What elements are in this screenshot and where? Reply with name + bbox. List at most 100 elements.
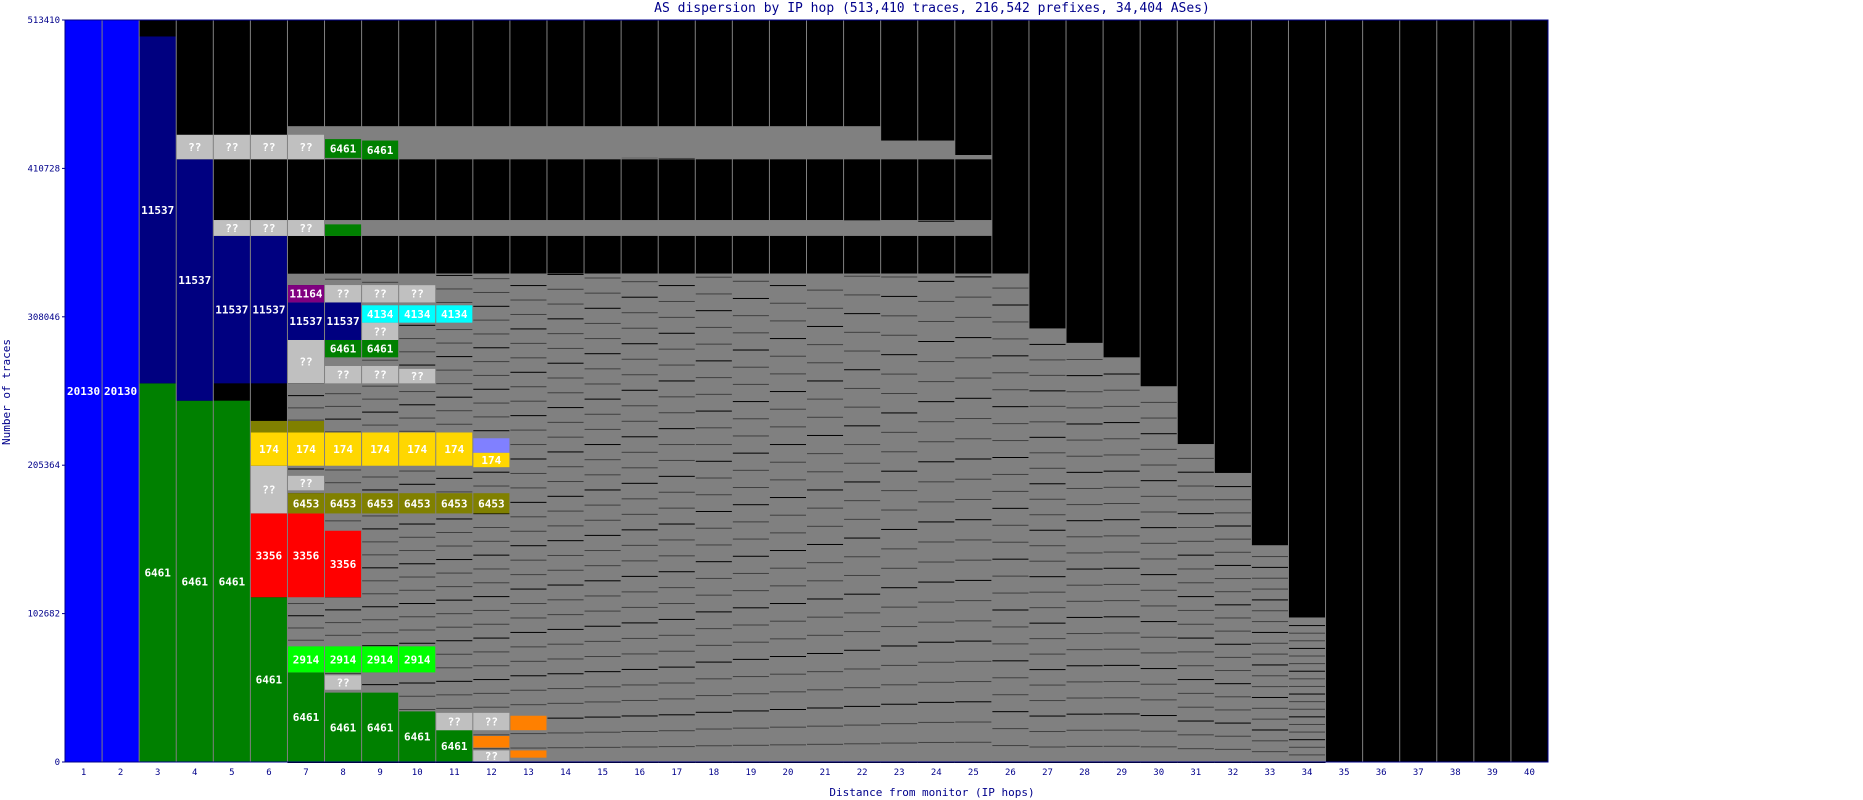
dispersion-stripe bbox=[769, 550, 807, 552]
dispersion-stripe bbox=[287, 395, 325, 397]
dispersion-stripe bbox=[843, 425, 881, 427]
dispersion-stripe bbox=[509, 733, 547, 735]
as-segment-label: 4134 bbox=[367, 308, 394, 321]
dispersion-stripe bbox=[769, 461, 807, 463]
dispersion-stripe bbox=[509, 487, 547, 489]
as-segment-label: ?? bbox=[411, 288, 424, 301]
dispersion-stripe bbox=[1177, 651, 1215, 653]
x-tick-label: 31 bbox=[1190, 768, 1201, 778]
dispersion-stripe bbox=[880, 645, 918, 647]
dispersion-stripe bbox=[917, 701, 955, 703]
dispersion-stripe bbox=[361, 567, 399, 569]
dispersion-stripe bbox=[509, 545, 547, 547]
dispersion-stripe bbox=[732, 383, 770, 385]
dispersion-stripe bbox=[695, 510, 733, 512]
dispersion-stripe bbox=[324, 469, 362, 471]
dispersion-stripe bbox=[546, 273, 585, 275]
dispersion-stripe bbox=[1140, 589, 1178, 591]
dispersion-stripe bbox=[1103, 713, 1141, 715]
dispersion-stripe bbox=[1066, 552, 1104, 554]
as-segment-label: 2914 bbox=[404, 653, 431, 666]
x-tick-label: 14 bbox=[560, 768, 571, 778]
dispersion-stripe bbox=[917, 280, 955, 282]
dispersion-stripe bbox=[1288, 754, 1326, 756]
dispersion-band bbox=[1103, 357, 1141, 762]
dispersion-stripe bbox=[1214, 486, 1252, 488]
dispersion-stripe bbox=[695, 494, 733, 496]
dispersion-stripe bbox=[398, 364, 436, 366]
dispersion-stripe bbox=[621, 544, 659, 546]
x-tick-label: 12 bbox=[486, 768, 497, 778]
dispersion-stripe bbox=[361, 684, 399, 686]
dispersion-stripe bbox=[361, 593, 399, 595]
dispersion-stripe bbox=[991, 372, 1029, 374]
dispersion-stripe bbox=[1103, 551, 1141, 553]
dispersion-stripe bbox=[954, 721, 992, 723]
dispersion-stripe bbox=[1066, 520, 1104, 522]
dispersion-stripe bbox=[991, 457, 1029, 459]
dispersion-stripe bbox=[546, 481, 585, 483]
dispersion-stripe bbox=[1066, 439, 1104, 441]
dispersion-stripe bbox=[361, 632, 399, 634]
dispersion-stripe bbox=[1140, 448, 1178, 450]
dispersion-stripe bbox=[991, 507, 1029, 509]
dispersion-stripe bbox=[917, 521, 955, 523]
dispersion-stripe bbox=[584, 686, 622, 688]
dispersion-stripe bbox=[991, 423, 1029, 425]
x-tick-label: 22 bbox=[857, 768, 868, 778]
dispersion-stripe bbox=[658, 698, 696, 700]
dispersion-stripe bbox=[732, 401, 770, 403]
dispersion-stripe bbox=[621, 668, 659, 670]
plot-area: 20130 20130 6461 11537 6461 11537?? 6461 11537?… bbox=[64, 19, 1549, 763]
dispersion-stripe bbox=[435, 423, 473, 425]
dispersion-stripe bbox=[658, 380, 696, 382]
dispersion-stripe bbox=[584, 474, 622, 476]
dispersion-stripe bbox=[584, 368, 622, 370]
dispersion-stripe bbox=[1103, 632, 1141, 634]
dispersion-stripe bbox=[1288, 670, 1326, 672]
dispersion-stripe bbox=[991, 592, 1029, 594]
dispersion-stripe bbox=[1066, 665, 1104, 667]
dispersion-stripe bbox=[769, 408, 807, 410]
dispersion-stripe bbox=[546, 628, 585, 630]
dispersion-stripe bbox=[509, 299, 547, 301]
dispersion-stripe bbox=[695, 594, 733, 596]
dispersion-stripe bbox=[1214, 591, 1252, 593]
dispersion-stripe bbox=[398, 324, 436, 326]
x-tick-label: 28 bbox=[1079, 768, 1090, 778]
x-tick-label: 25 bbox=[968, 768, 979, 778]
dispersion-stripe bbox=[843, 313, 881, 315]
dispersion-stripe bbox=[1177, 471, 1215, 473]
dispersion-stripe bbox=[361, 580, 399, 582]
dispersion-stripe bbox=[769, 726, 807, 728]
x-tick-label: 18 bbox=[708, 768, 719, 778]
dispersion-stripe bbox=[769, 391, 807, 393]
dispersion-stripe bbox=[324, 622, 362, 624]
dispersion-stripe bbox=[584, 428, 622, 430]
dispersion-stripe bbox=[1288, 678, 1326, 680]
dispersion-stripe bbox=[1103, 567, 1141, 569]
dispersion-stripe bbox=[843, 537, 881, 539]
dispersion-stripe bbox=[584, 322, 622, 324]
dispersion-stripe bbox=[991, 711, 1029, 713]
dispersion-stripe bbox=[806, 362, 844, 364]
dispersion-stripe bbox=[1251, 642, 1289, 644]
dispersion-stripe bbox=[1288, 625, 1326, 627]
dispersion-stripe bbox=[695, 360, 733, 362]
dispersion-stripe bbox=[398, 536, 436, 538]
dispersion-stripe bbox=[1066, 729, 1104, 731]
dispersion-stripe bbox=[472, 319, 510, 321]
dispersion-stripe bbox=[435, 545, 473, 547]
dispersion-stripe bbox=[435, 491, 473, 493]
dispersion-stripe bbox=[546, 658, 585, 660]
dispersion-stripe bbox=[732, 487, 770, 489]
dispersion-stripe bbox=[435, 653, 473, 655]
as-segment-label: 2914 bbox=[367, 653, 394, 666]
as-segment-label: ?? bbox=[336, 369, 349, 382]
dispersion-stripe bbox=[695, 711, 733, 713]
dispersion-stripe bbox=[621, 529, 659, 531]
dispersion-stripe bbox=[1103, 745, 1141, 747]
as-segment-label: 6461 bbox=[330, 343, 357, 356]
dispersion-stripe bbox=[806, 453, 844, 455]
dispersion-stripe bbox=[546, 540, 585, 542]
